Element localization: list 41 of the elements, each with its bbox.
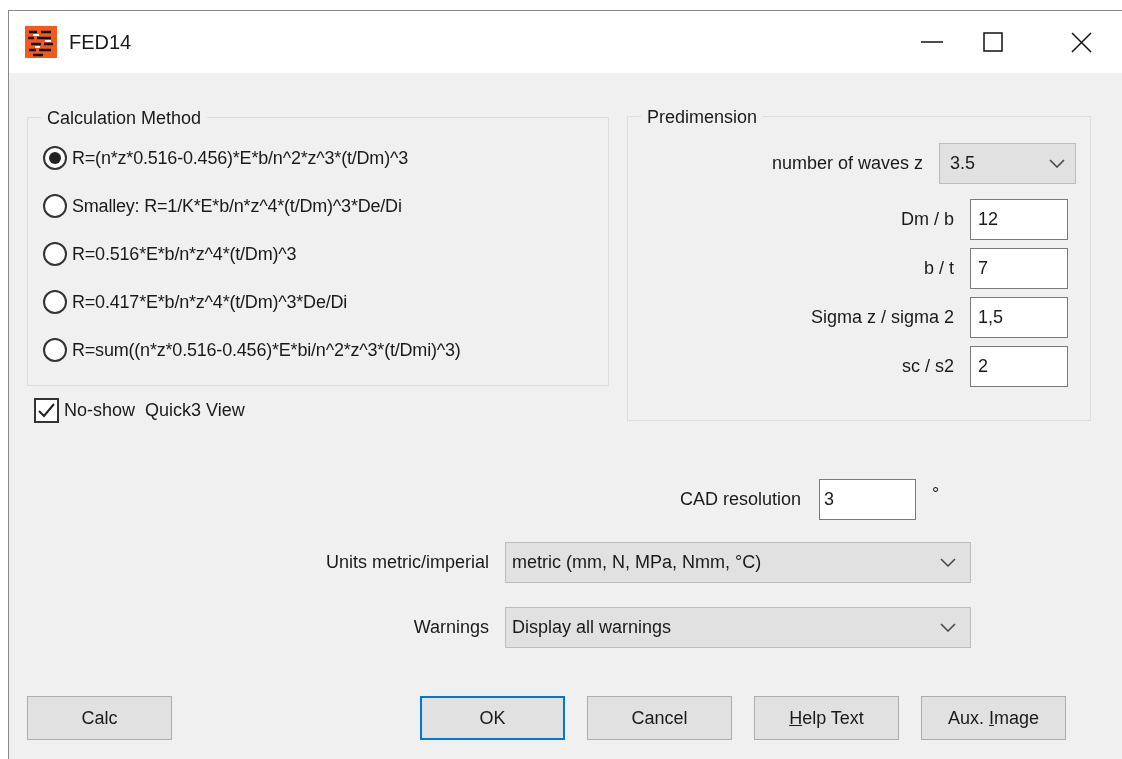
dialog-button[interactable]: Aux. Image <box>921 696 1066 740</box>
field-label: Units metric/imperial <box>324 551 489 574</box>
radio-button[interactable] <box>43 194 67 218</box>
dialog-button[interactable]: Calc <box>27 696 172 740</box>
radio-label[interactable]: R=sum((n*z*0.516-0.456)*E*bi/n^2*z^3*(t/Dmi)^3) <box>72 336 461 364</box>
radio-label[interactable]: R=0.417*E*b/n*z^4*(t/Dm)^3*De/Di <box>72 288 348 316</box>
input-field[interactable]: 12 <box>970 199 1068 240</box>
dialog-button[interactable]: OK <box>420 696 565 740</box>
maximize-icon[interactable] <box>983 32 1003 52</box>
radio-label[interactable]: R=0.516*E*b/n*z^4*(t/Dm)^3 <box>72 240 297 268</box>
waves-dropdown[interactable]: 3.5 <box>939 143 1076 184</box>
cad-resolution-input[interactable]: 3 <box>819 479 916 520</box>
units-dropdown[interactable]: metric (mm, N, MPa, Nmm, °C) <box>505 542 971 583</box>
field-label: b / t <box>924 257 954 280</box>
checkbox-label[interactable]: No-show Quick3 View <box>64 397 245 424</box>
field-label: CAD resolution <box>678 488 801 511</box>
chevron-down-icon <box>940 623 956 632</box>
radio-button[interactable] <box>43 146 67 170</box>
field-label: Sigma z / sigma 2 <box>810 306 954 329</box>
chevron-down-icon <box>940 558 956 567</box>
input-field[interactable]: 2 <box>970 346 1068 387</box>
radio-label[interactable]: Smalley: R=1/K*E*b/n*z^4*(t/Dm)^3*De/Di <box>72 192 402 220</box>
input-field[interactable]: 1,5 <box>970 297 1068 338</box>
warnings-dropdown[interactable]: Display all warnings <box>505 607 971 648</box>
field-label: sc / s2 <box>902 355 954 378</box>
radio-button[interactable] <box>43 242 67 266</box>
window-title: FED14 <box>69 30 132 55</box>
dialog-button[interactable]: Help Text <box>754 696 899 740</box>
checkbox[interactable] <box>34 398 59 423</box>
app-icon <box>25 26 57 58</box>
radio-button[interactable] <box>43 290 67 314</box>
close-icon[interactable] <box>1071 31 1092 53</box>
unit-label: ° <box>932 483 940 506</box>
input-field[interactable]: 7 <box>970 248 1068 289</box>
radio-label[interactable]: R=(n*z*0.516-0.456)*E*b/n^2*z^3*(t/Dm)^3 <box>72 144 408 172</box>
dialog-button[interactable]: Cancel <box>587 696 732 740</box>
field-label: Dm / b <box>901 208 954 231</box>
chevron-down-icon <box>1049 159 1065 168</box>
radio-button[interactable] <box>43 338 67 362</box>
field-label: number of waves z <box>771 152 923 175</box>
field-label: Warnings <box>412 616 489 639</box>
